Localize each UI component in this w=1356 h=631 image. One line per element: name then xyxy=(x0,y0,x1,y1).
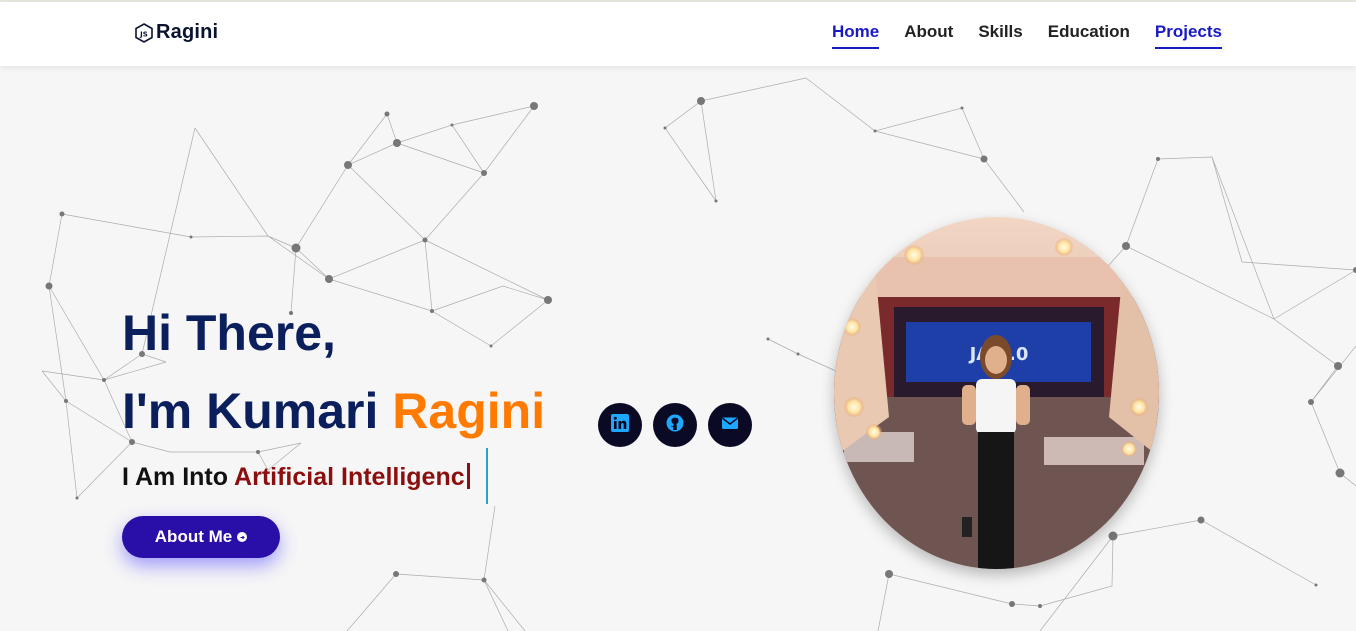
text-caret xyxy=(486,448,488,504)
hero-intro: I'm Kumari Ragini xyxy=(122,386,545,436)
hero-tagline: I Am Into Artificial Intelligenc xyxy=(122,463,470,492)
tagline-prefix: I Am Into xyxy=(122,463,235,491)
profile-photo: JA 3.0 xyxy=(834,217,1159,569)
github-icon xyxy=(665,413,685,438)
mail-button[interactable] xyxy=(708,403,752,447)
logo-text: Ragini xyxy=(156,21,219,43)
svg-text:JS: JS xyxy=(139,30,148,38)
nav-skills[interactable]: Skills xyxy=(978,22,1022,46)
typed-text: Artificial Intelligenc xyxy=(234,463,465,491)
about-me-label: About Me xyxy=(154,527,233,546)
about-me-button[interactable]: About Me xyxy=(122,516,280,558)
typing-cursor xyxy=(466,463,470,489)
nav-about[interactable]: About xyxy=(904,22,953,46)
logo[interactable]: JS Ragini xyxy=(135,21,218,44)
nodejs-icon: JS xyxy=(135,22,153,43)
name-accent: Ragini xyxy=(392,383,546,439)
nav-education[interactable]: Education xyxy=(1048,22,1130,46)
nav-projects[interactable]: Projects xyxy=(1154,22,1223,49)
intro-prefix: I'm Kumari xyxy=(122,383,393,439)
hero-greeting: Hi There, xyxy=(122,305,336,361)
arrow-circle-icon xyxy=(237,532,248,542)
linkedin-button[interactable] xyxy=(598,403,642,447)
github-button[interactable] xyxy=(653,403,697,447)
nav-home[interactable]: Home xyxy=(831,22,880,49)
linkedin-icon xyxy=(610,413,630,438)
site-header: JS Ragini Home About Skills Education Pr… xyxy=(0,2,1356,66)
mail-icon xyxy=(720,413,740,438)
main-nav: Home About Skills Education Projects xyxy=(831,22,1223,49)
